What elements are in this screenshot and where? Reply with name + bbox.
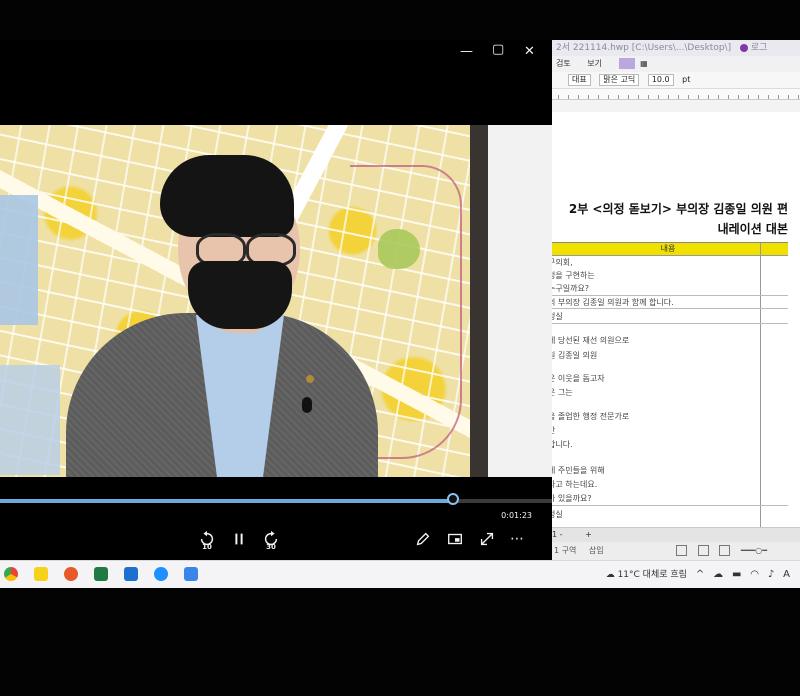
seek-thumb[interactable] <box>446 493 459 505</box>
table-row-divider <box>548 308 788 309</box>
edge-icon[interactable] <box>154 567 168 581</box>
system-tray: ☁ 11°C 대체로 흐림 ^ ☁ ▬ ◠ ♪ A <box>606 561 790 588</box>
zoom-slider[interactable]: ━━━○━ <box>741 546 767 555</box>
weather-icon[interactable]: ☁ <box>606 570 615 580</box>
table-row: 에 당선된 재선 의원으로 <box>548 336 630 345</box>
font-unit-label: pt <box>682 75 691 84</box>
table-column-divider <box>760 243 761 528</box>
menu-view[interactable]: 보기 <box>587 59 602 68</box>
doc-title-text: 2서 221114.hwp [C:\Users\...\Desktop\] <box>556 43 732 53</box>
language-icon[interactable]: A <box>783 561 790 588</box>
volume-icon[interactable]: ♪ <box>768 561 774 588</box>
table-row: 운 이웃을 돕고자 <box>548 374 605 383</box>
table-row-divider <box>548 295 788 296</box>
wifi-icon[interactable]: ◠ <box>750 561 759 588</box>
table-row: 데 주민들을 위해 <box>548 466 605 475</box>
ruler[interactable] <box>548 89 800 100</box>
table-row: 가 있을까요? <box>548 494 592 503</box>
view-web-icon[interactable] <box>697 545 709 556</box>
doc-title-right-text: 로그 <box>750 43 768 53</box>
font-select[interactable]: 맑은 고딕 <box>599 73 640 86</box>
table-row: 의 부의장 김종일 의원과 함께 합니다. <box>548 298 674 307</box>
excel-icon[interactable] <box>94 567 108 581</box>
chrome-icon[interactable] <box>4 567 18 581</box>
expand-icon <box>480 532 494 546</box>
table-row-divider <box>548 323 788 324</box>
rewind-seconds: 10 <box>202 543 212 551</box>
table-row: 정을 구현하는 <box>548 271 595 280</box>
doc-title-bar: 2서 221114.hwp [C:\Users\...\Desktop\] 로그 <box>548 40 800 56</box>
pause-icon <box>235 533 243 545</box>
status-insert-mode[interactable]: 삽입 <box>589 546 604 555</box>
edit-button[interactable] <box>412 528 434 550</box>
maximize-icon[interactable]: ▢ <box>492 42 504 57</box>
more-options-button[interactable]: ⋯ <box>506 528 528 550</box>
view-outline-icon[interactable] <box>719 545 731 556</box>
grid-icon[interactable]: ▦ <box>640 59 648 68</box>
speaker-figure <box>0 125 470 477</box>
doc-subheading: 내레이션 대본 <box>717 222 788 236</box>
face-mask <box>188 261 292 329</box>
media-player-icon[interactable] <box>124 567 138 581</box>
onedrive-icon[interactable]: ☁ <box>713 561 723 588</box>
weather-text[interactable]: 11°C 대체로 흐림 <box>618 570 687 580</box>
chevron-up-icon[interactable]: ^ <box>696 561 704 588</box>
powerpoint-icon[interactable] <box>64 567 78 581</box>
more-icon: ⋯ <box>510 531 524 547</box>
style-select[interactable]: 대표 <box>568 73 591 86</box>
sheet-tab-bar: 1 - + <box>548 527 800 542</box>
miniplayer-icon <box>448 533 462 545</box>
monitor-screen: 2서 221114.hwp [C:\Users\...\Desktop\] 로그… <box>0 40 800 588</box>
sheet-tab[interactable]: 1 - <box>552 530 563 539</box>
script-table: 내용 구의회, 정을 구현하는 누구일까요? 의 부의장 김종일 의원과 함께 … <box>548 242 788 528</box>
doc-heading: 2부 <의정 돋보기> 부의장 김종일 의원 편 <box>568 202 788 216</box>
pencil-icon <box>416 532 430 546</box>
table-row: 을 졸업한 행정 전문가로 <box>548 412 630 421</box>
status-section: 1 구역 <box>554 546 577 555</box>
taskbar: ☁ 11°C 대체로 흐림 ^ ☁ ▬ ◠ ♪ A <box>0 560 800 588</box>
font-size-input[interactable]: 10.0 <box>647 73 674 86</box>
add-tab-icon[interactable]: + <box>585 530 592 539</box>
speaker-hair <box>160 155 294 237</box>
rewind-10-button[interactable]: 10 <box>196 528 218 551</box>
table-row: 다고 하는데요. <box>548 480 598 489</box>
mini-player-button[interactable] <box>444 528 466 550</box>
minimize-icon[interactable]: — <box>460 44 473 59</box>
close-icon[interactable]: ✕ <box>524 44 535 59</box>
table-row: 누구일까요? <box>548 284 590 293</box>
hwp-icon[interactable] <box>184 567 198 581</box>
media-player-window: — ▢ ✕ 0:01:23 10 30 ⋯ <box>0 40 552 560</box>
playback-time: 0:01:23 <box>501 511 532 520</box>
window-controls: — ▢ ✕ <box>452 40 552 66</box>
table-row: 원 김종일 의원 <box>548 351 598 360</box>
profile-icon[interactable] <box>739 43 748 52</box>
lapel-pin <box>306 375 314 383</box>
edit-mode-icon[interactable] <box>618 58 635 69</box>
forward-seconds: 30 <box>266 543 276 551</box>
forward-30-button[interactable]: 30 <box>260 528 282 551</box>
document-page[interactable]: 2부 <의정 돋보기> 부의장 김종일 의원 편 내레이션 대본 내용 구의회,… <box>548 112 800 528</box>
doc-menu-bar: 검토 보기 ▦ <box>548 56 800 72</box>
wall-background <box>488 125 552 477</box>
format-toolbar: 대표 맑은 고딕 10.0 pt <box>548 72 800 89</box>
document-editor-window: 2서 221114.hwp [C:\Users\...\Desktop\] 로그… <box>548 40 800 560</box>
table-row-divider <box>548 505 788 506</box>
playback-controls: 10 30 ⋯ <box>0 526 552 556</box>
map-frame-edge <box>470 125 488 477</box>
table-header: 내용 <box>548 243 788 256</box>
video-frame[interactable] <box>0 125 552 477</box>
seek-progress <box>0 499 453 503</box>
fullscreen-button[interactable] <box>476 528 498 550</box>
battery-icon[interactable]: ▬ <box>732 561 741 588</box>
lapel-microphone <box>302 397 312 413</box>
view-page-icon[interactable] <box>676 545 688 556</box>
pause-button[interactable] <box>228 528 250 550</box>
kakaotalk-icon[interactable] <box>34 567 48 581</box>
seek-bar[interactable] <box>0 493 552 505</box>
doc-status-bar: 1 구역 삽입 ━━━○━ <box>548 542 800 560</box>
menu-review[interactable]: 검토 <box>556 59 571 68</box>
